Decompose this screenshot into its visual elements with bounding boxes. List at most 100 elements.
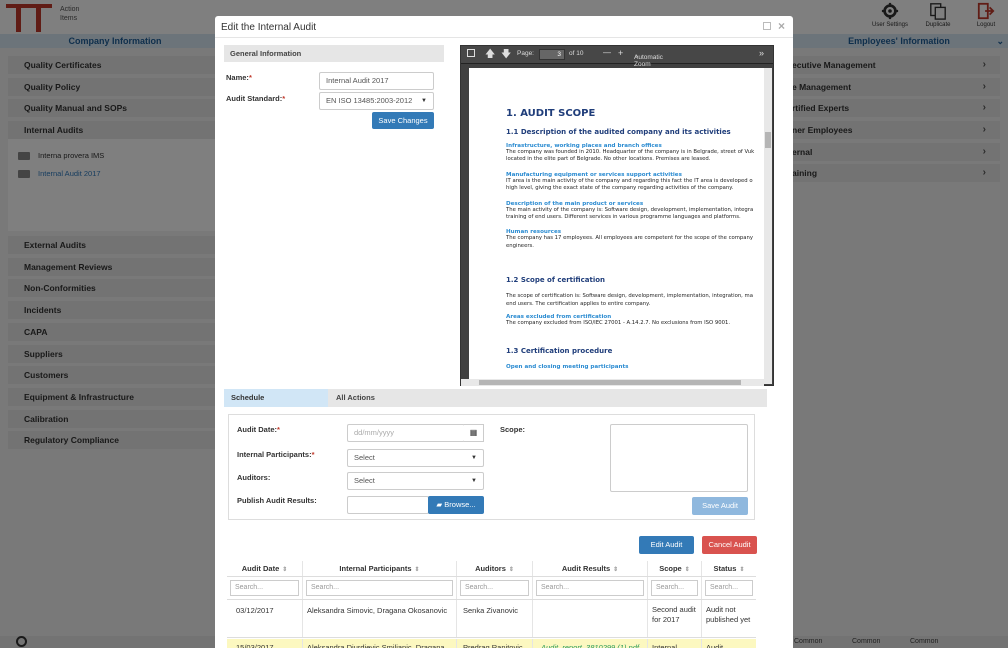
tab-schedule[interactable]: Schedule <box>224 389 328 407</box>
search-audit-date[interactable]: Search... <box>230 580 299 596</box>
caret-down-icon: ▼ <box>471 478 477 484</box>
edit-audit-button[interactable]: Edit Audit <box>639 536 694 554</box>
caret-icon: ⌃ <box>634 55 640 62</box>
page-count: of 10 <box>569 50 584 57</box>
scrollbar-thumb[interactable] <box>479 380 741 385</box>
pdf-subheading: Open and closing meeting participants <box>506 364 629 371</box>
zoom-in-icon[interactable]: + <box>618 48 623 58</box>
close-icon[interactable]: × <box>778 19 785 33</box>
header-audit-results[interactable]: Audit Results ⇕ <box>533 561 648 576</box>
sidebar-toggle-icon[interactable] <box>467 49 475 57</box>
audit-date-label-text: Audit Date: <box>237 425 277 434</box>
cell-status: Audit <box>706 643 724 648</box>
header-label: Scope <box>659 564 682 573</box>
pdf-toolbar: 🡅 🡇 Page: 3 of 10 — + Automatic Zoom ⌃ » <box>461 46 773 68</box>
pdf-heading-audit-scope: 1. AUDIT SCOPE <box>506 108 596 119</box>
save-audit-button[interactable]: Save Audit <box>692 497 748 515</box>
table-row[interactable]: 03/12/2017 Aleksandra Simovic, Dragana O… <box>227 600 756 638</box>
general-information-header: General Information <box>224 45 444 62</box>
internal-participants-select[interactable]: Select ▼ <box>347 449 484 467</box>
caret-down-icon: ▼ <box>421 98 427 104</box>
header-label: Status <box>713 564 737 573</box>
cell-audit-date: 15/03/2017 <box>227 639 303 648</box>
pdf-paragraph: The scope of certification is: Software … <box>506 293 753 307</box>
pdf-paragraph: IT area is the main activity of the comp… <box>506 177 753 192</box>
scrollbar-thumb[interactable] <box>765 132 771 148</box>
search-status[interactable]: Search... <box>705 580 753 596</box>
header-auditors[interactable]: Auditors ⇕ <box>457 561 533 576</box>
name-label: Name:* <box>226 73 252 82</box>
search-internal-participants[interactable]: Search... <box>306 580 453 596</box>
browse-label: Browse... <box>444 500 476 509</box>
cell-internal-participants: Aleksandra Simovic, Dragana Okosanovic <box>303 600 457 637</box>
pdf-paragraph: The company has 17 employees. All employ… <box>506 235 753 249</box>
pdf-heading-1-3: 1.3 Certification procedure <box>506 347 613 356</box>
audit-standard-value: EN ISO 13485:2003-2012 <box>326 96 413 105</box>
sort-icon: ⇕ <box>684 567 690 573</box>
cell-audit-date: 03/12/2017 <box>227 600 303 637</box>
publish-audit-results-label: Publish Audit Results: <box>237 496 317 505</box>
search-auditors[interactable]: Search... <box>460 580 529 596</box>
search-scope[interactable]: Search... <box>651 580 698 596</box>
page-number-input[interactable]: 3 <box>539 49 565 60</box>
search-cell: Search... <box>227 577 303 599</box>
header-scope[interactable]: Scope ⇕ <box>648 561 702 576</box>
pdf-horizontal-scrollbar[interactable] <box>461 379 764 386</box>
pdf-heading-1-1: 1.1 Description of the audited company a… <box>506 128 731 136</box>
participants-value: Select <box>354 453 375 462</box>
more-tools-icon[interactable]: » <box>759 48 764 58</box>
maximize-icon[interactable] <box>763 22 771 30</box>
pdf-vertical-scrollbar[interactable] <box>764 68 772 384</box>
modal-header: Edit the Internal Audit × <box>215 16 793 38</box>
audit-standard-select[interactable]: EN ISO 13485:2003-2012 ▼ <box>319 92 434 110</box>
scope-label: Scope: <box>500 425 526 434</box>
sort-icon: ⇕ <box>282 567 288 573</box>
modal-title: Edit the Internal Audit <box>221 22 317 33</box>
zoom-out-icon[interactable]: — <box>603 48 611 57</box>
audit-tabs: Schedule All Actions <box>224 389 767 407</box>
pdf-viewer: 🡅 🡇 Page: 3 of 10 — + Automatic Zoom ⌃ »… <box>460 45 774 386</box>
header-label: Audit Date <box>241 564 280 573</box>
cell-audit-results <box>533 600 648 637</box>
table-header-row: Audit Date ⇕ Internal Participants ⇕ Audit… <box>227 561 756 577</box>
header-audit-date[interactable]: Audit Date ⇕ <box>227 561 303 576</box>
pdf-paragraph: The company excluded from ISO/IEC 27001 … <box>506 320 731 327</box>
cell-internal-participants: Aleksandra Djurdjevic Smiljanic, Dragana <box>303 639 457 648</box>
pdf-paragraph: The main activity of the company is: Sof… <box>506 206 754 221</box>
name-input[interactable]: Internal Audit 2017 <box>319 72 434 90</box>
header-label: Auditors <box>475 564 506 573</box>
auditors-select[interactable]: Select ▼ <box>347 472 484 490</box>
cell-auditors: Predrag Ranitovic <box>457 639 533 648</box>
scope-textarea[interactable] <box>610 424 748 492</box>
publish-results-file-input[interactable] <box>347 496 429 514</box>
table-row-highlighted[interactable]: 15/03/2017 Aleksandra Djurdjevic Smiljan… <box>227 639 756 648</box>
header-label: Audit Results <box>561 564 611 573</box>
cell-status: Audit not published yet <box>706 605 751 624</box>
header-status[interactable]: Status ⇕ <box>702 561 756 576</box>
cell-scope: Internal <box>648 639 702 648</box>
tab-all-actions[interactable]: All Actions <box>329 389 429 407</box>
caret-down-icon: ▼ <box>471 455 477 461</box>
search-audit-results[interactable]: Search... <box>536 580 644 596</box>
calendar-icon[interactable]: ▦ <box>464 424 484 442</box>
audit-date-input[interactable]: dd/mm/yyyy <box>347 424 465 442</box>
folder-open-icon: ▰ <box>436 500 443 509</box>
sort-icon: ⇕ <box>613 567 619 573</box>
cancel-audit-button[interactable]: Cancel Audit <box>702 536 757 554</box>
table-search-row: Search... Search... Search... Search... … <box>227 577 756 600</box>
auditors-label: Auditors: <box>237 473 271 482</box>
save-changes-button[interactable]: Save Changes <box>372 112 434 129</box>
arrow-down-icon[interactable]: 🡇 <box>501 47 511 64</box>
header-internal-participants[interactable]: Internal Participants ⇕ <box>303 561 457 576</box>
browse-button[interactable]: ▰ Browse... <box>428 496 484 514</box>
search-cell: Search... <box>303 577 457 599</box>
cell-auditors: Senka Zivanovic <box>457 600 533 637</box>
sort-icon: ⇕ <box>508 567 514 573</box>
arrow-up-icon[interactable]: 🡅 <box>485 47 495 64</box>
audit-standard-label-text: Audit Standard: <box>226 94 283 103</box>
required-marker: * <box>311 450 315 459</box>
pdf-heading-1-2: 1.2 Scope of certification <box>506 276 606 285</box>
audit-report-file-link[interactable]: Audit_report_3810299 (1).pdf <box>533 639 648 648</box>
header-label: Internal Participants <box>339 564 412 573</box>
required-marker: * <box>248 73 252 82</box>
